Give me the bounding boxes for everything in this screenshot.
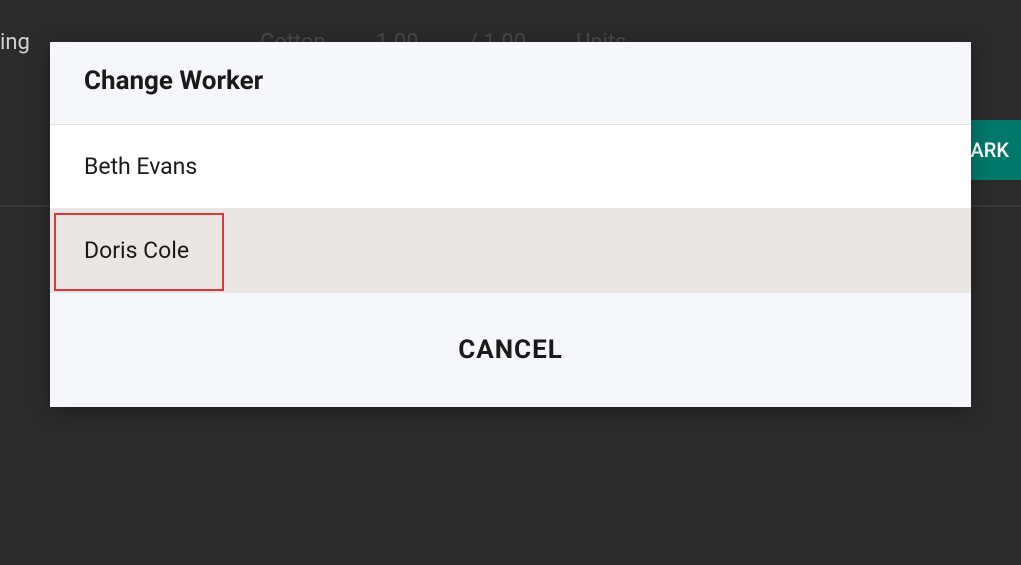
worker-item-beth-evans[interactable]: Beth Evans <box>50 125 971 209</box>
modal-title: Change Worker <box>84 66 937 96</box>
worker-list: Beth Evans Doris Cole <box>50 125 971 293</box>
worker-item-doris-cole[interactable]: Doris Cole <box>50 209 971 293</box>
worker-item-label: Doris Cole <box>84 237 189 264</box>
background-text-fragment: ing <box>0 30 30 55</box>
modal-header: Change Worker <box>50 42 971 125</box>
cancel-button[interactable]: CANCEL <box>458 335 563 365</box>
modal-footer: CANCEL <box>50 293 971 407</box>
change-worker-modal: Change Worker Beth Evans Doris Cole CANC… <box>50 42 971 407</box>
